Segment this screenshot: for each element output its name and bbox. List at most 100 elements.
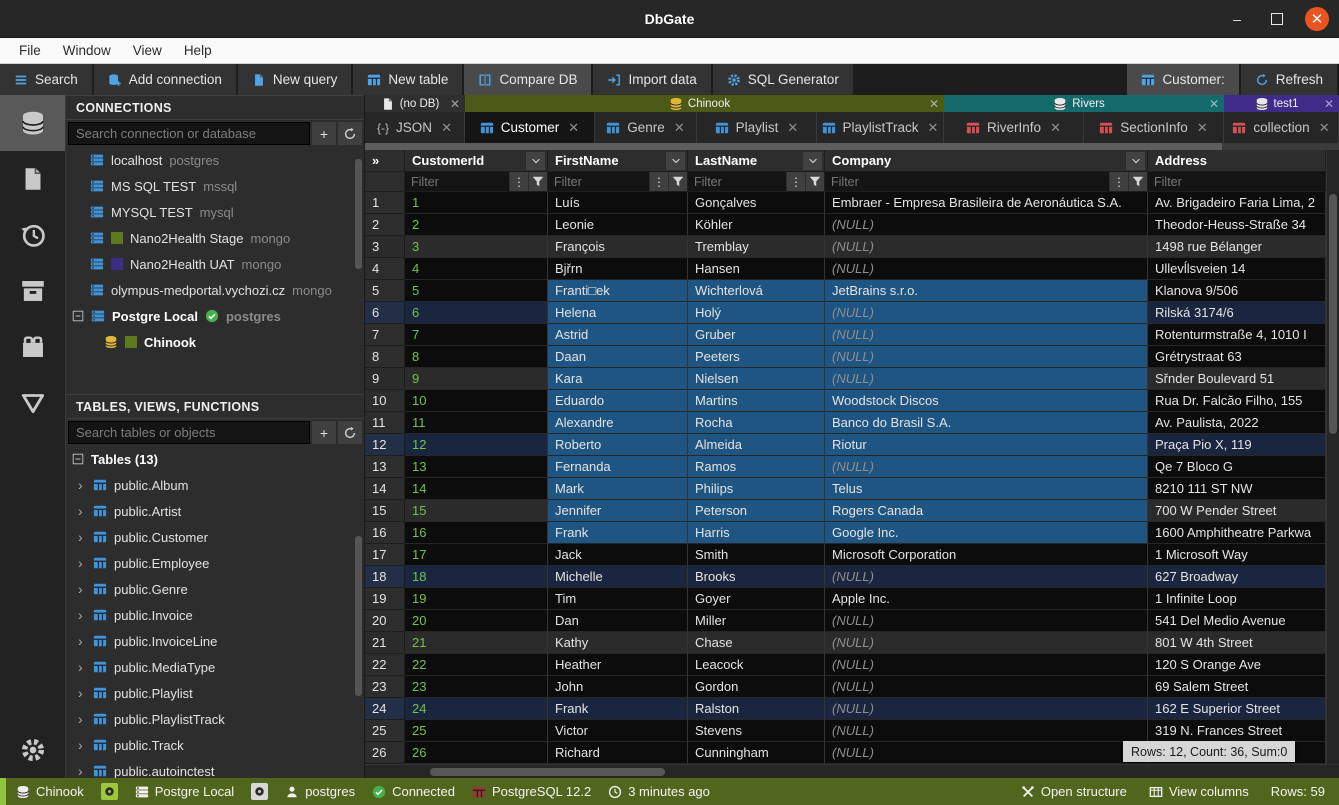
filter-menu-icon[interactable]: ⋮	[786, 172, 805, 191]
column-header-firstname[interactable]: FirstName	[548, 150, 688, 172]
cell-address[interactable]: Qe 7 Bloco G	[1148, 456, 1326, 478]
cell-customerid[interactable]: 2	[405, 214, 548, 236]
cell-customerid[interactable]: 25	[405, 720, 548, 742]
cell-customerid[interactable]: 4	[405, 258, 548, 280]
chevron-right-icon[interactable]: ›	[78, 607, 86, 623]
cell-company[interactable]: (NULL)	[825, 258, 1148, 280]
cell-lastname[interactable]: Harris	[688, 522, 825, 544]
menu-window[interactable]: Window	[54, 41, 120, 60]
cell-firstname[interactable]: Fernanda	[548, 456, 688, 478]
row-number[interactable]: 21	[365, 632, 405, 654]
cell-company[interactable]: (NULL)	[825, 742, 1148, 764]
row-number[interactable]: 1	[365, 192, 405, 214]
tab-group-header[interactable]: Chinook✕	[465, 95, 944, 112]
cell-company[interactable]: Google Inc.	[825, 522, 1148, 544]
row-number[interactable]: 10	[365, 390, 405, 412]
row-number[interactable]: 8	[365, 346, 405, 368]
rail-archive[interactable]	[0, 263, 65, 319]
minimize-button[interactable]: –	[1225, 7, 1249, 31]
cell-address[interactable]: 69 Salem Street	[1148, 676, 1326, 698]
cell-firstname[interactable]: Leonie	[548, 214, 688, 236]
cell-lastname[interactable]: Goyer	[688, 588, 825, 610]
rail-connections[interactable]	[0, 95, 65, 151]
cell-company[interactable]: Apple Inc.	[825, 588, 1148, 610]
chevron-right-icon[interactable]: ›	[78, 633, 86, 649]
cell-firstname[interactable]: Astrid	[548, 324, 688, 346]
cell-customerid[interactable]: 6	[405, 302, 548, 324]
statusbar-open-structure[interactable]: Open structure	[1021, 784, 1127, 799]
tab-json[interactable]: {-}JSON✕	[365, 112, 465, 143]
filter-input-company[interactable]	[825, 172, 1109, 191]
table-item[interactable]: ›public.Genre	[66, 576, 364, 602]
tab-collection[interactable]: collection✕	[1224, 112, 1339, 143]
cell-lastname[interactable]: Chase	[688, 632, 825, 654]
cell-firstname[interactable]: Luís	[548, 192, 688, 214]
cell-lastname[interactable]: Rocha	[688, 412, 825, 434]
row-number[interactable]: 7	[365, 324, 405, 346]
cell-lastname[interactable]: Brooks	[688, 566, 825, 588]
toolbar-button-search[interactable]: Search	[0, 64, 94, 95]
table-item[interactable]: ›public.InvoiceLine	[66, 628, 364, 654]
cell-firstname[interactable]: Helena	[548, 302, 688, 324]
filter-menu-icon[interactable]: ⋮	[1109, 172, 1128, 191]
connection-color-chip[interactable]	[101, 783, 118, 800]
row-number[interactable]: 4	[365, 258, 405, 280]
close-tab-icon[interactable]: ✕	[441, 120, 452, 136]
cell-address[interactable]: 700 W Pender Street	[1148, 500, 1326, 522]
filter-input-lastname[interactable]	[688, 172, 786, 191]
column-dropdown-icon[interactable]	[803, 152, 822, 170]
cell-company[interactable]: (NULL)	[825, 610, 1148, 632]
filter-funnel-icon[interactable]	[528, 172, 547, 191]
table-item[interactable]: ›public.MediaType	[66, 654, 364, 680]
toolbar-button-compare-db[interactable]: Compare DB	[464, 64, 593, 95]
cell-address[interactable]: 1498 rue Bélanger	[1148, 236, 1326, 258]
close-tab-icon[interactable]: ✕	[1050, 120, 1061, 136]
chevron-right-icon[interactable]: ›	[78, 503, 86, 519]
table-item[interactable]: ›public.Playlist	[66, 680, 364, 706]
rail-history[interactable]	[0, 207, 65, 263]
cell-address[interactable]: Rilská 3174/6	[1148, 302, 1326, 324]
cell-address[interactable]: 801 W 4th Street	[1148, 632, 1326, 654]
row-number[interactable]: 5	[365, 280, 405, 302]
cell-address[interactable]: 1 Microsoft Way	[1148, 544, 1326, 566]
connection-item[interactable]: Nano2Health UATmongo	[66, 251, 364, 277]
cell-firstname[interactable]: François	[548, 236, 688, 258]
refresh-connections-button[interactable]	[338, 122, 362, 145]
cell-firstname[interactable]: Daan	[548, 346, 688, 368]
cell-company[interactable]: (NULL)	[825, 324, 1148, 346]
cell-customerid[interactable]: 17	[405, 544, 548, 566]
table-item[interactable]: ›public.Employee	[66, 550, 364, 576]
row-number[interactable]: 26	[365, 742, 405, 764]
row-number[interactable]: 15	[365, 500, 405, 522]
cell-address[interactable]: 541 Del Medio Avenue	[1148, 610, 1326, 632]
cell-lastname[interactable]: Peterson	[688, 500, 825, 522]
cell-address[interactable]: Av. Paulista, 2022	[1148, 412, 1326, 434]
close-tab-icon[interactable]: ✕	[787, 120, 798, 136]
cell-lastname[interactable]: Ramos	[688, 456, 825, 478]
cell-address[interactable]: 162 E Superior Street	[1148, 698, 1326, 720]
cell-firstname[interactable]: Richard	[548, 742, 688, 764]
cell-company[interactable]: (NULL)	[825, 698, 1148, 720]
cell-company[interactable]: (NULL)	[825, 654, 1148, 676]
column-dropdown-icon[interactable]	[1126, 152, 1145, 170]
cell-firstname[interactable]: Franti□ek	[548, 280, 688, 302]
cell-firstname[interactable]: Heather	[548, 654, 688, 676]
cell-customerid[interactable]: 19	[405, 588, 548, 610]
column-header-company[interactable]: Company	[825, 150, 1148, 172]
cell-address[interactable]: Rua Dr. Falcăo Filho, 155	[1148, 390, 1326, 412]
tab-playlist[interactable]: Playlist✕	[697, 112, 817, 143]
cell-customerid[interactable]: 5	[405, 280, 548, 302]
cell-customerid[interactable]: 12	[405, 434, 548, 456]
filter-input-customerid[interactable]	[405, 172, 509, 191]
cell-firstname[interactable]: Jennifer	[548, 500, 688, 522]
connection-item[interactable]: MYSQL TESTmysql	[66, 199, 364, 225]
cell-customerid[interactable]: 14	[405, 478, 548, 500]
cell-address[interactable]: Ullevĺlsveien 14	[1148, 258, 1326, 280]
close-group-icon[interactable]: ✕	[450, 97, 460, 111]
filter-menu-icon[interactable]: ⋮	[509, 172, 528, 191]
cell-company[interactable]: (NULL)	[825, 720, 1148, 742]
cell-lastname[interactable]: Gordon	[688, 676, 825, 698]
chevron-right-icon[interactable]: ›	[78, 555, 86, 571]
cell-company[interactable]: (NULL)	[825, 368, 1148, 390]
table-item[interactable]: ›public.Track	[66, 732, 364, 758]
